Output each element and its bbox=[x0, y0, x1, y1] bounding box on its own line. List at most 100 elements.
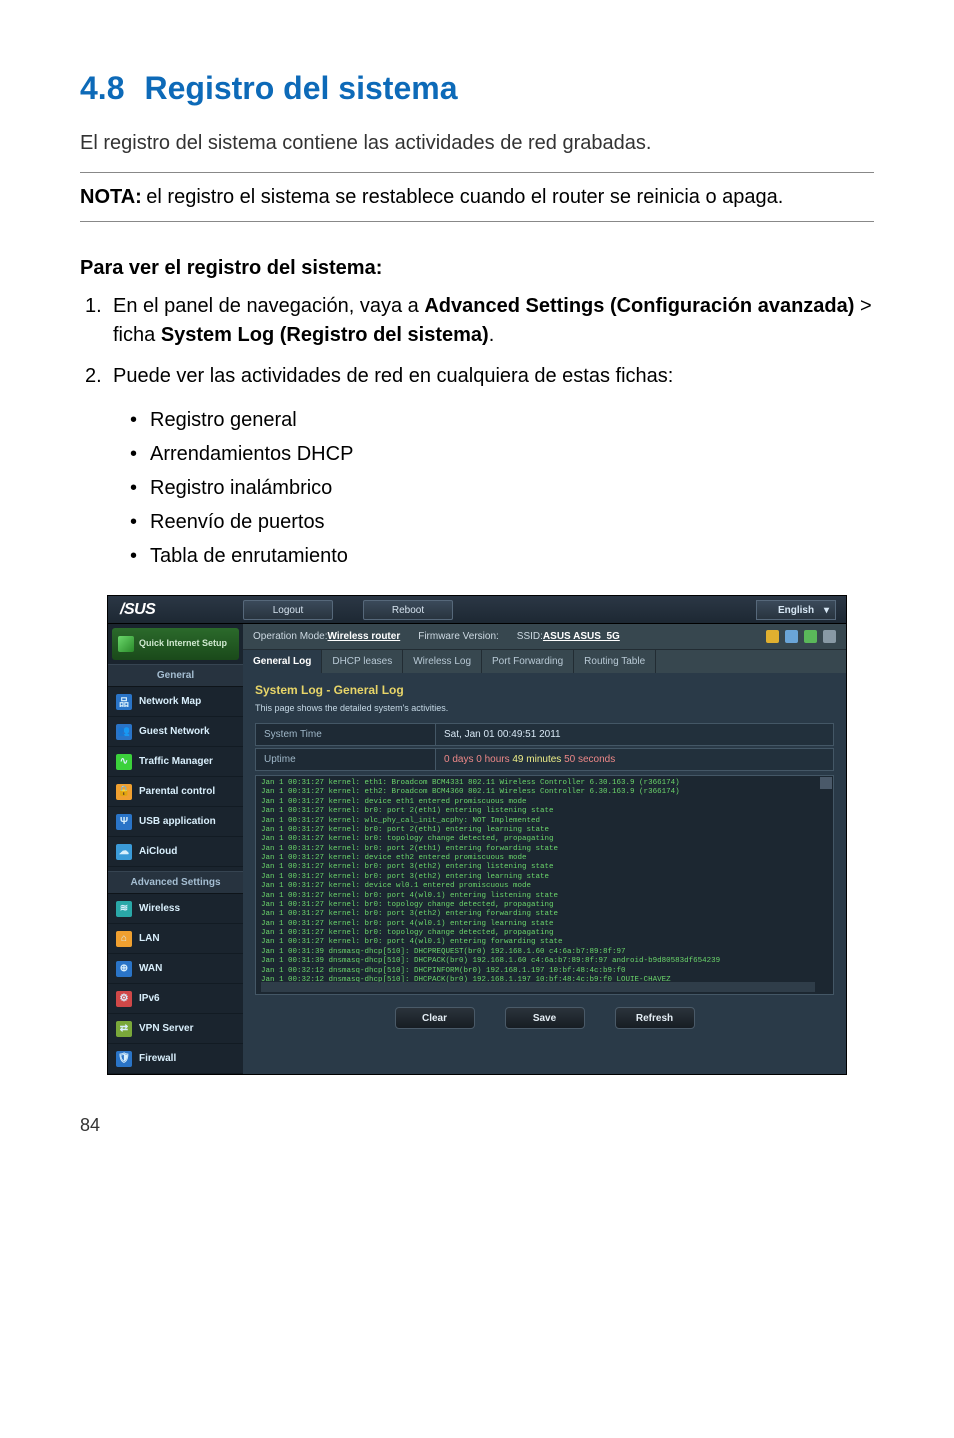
op-mode-label: Operation Mode: bbox=[253, 631, 328, 642]
log-line: Jan 1 00:31:27 kernel: br0: topology cha… bbox=[261, 835, 828, 844]
traffic-icon: ∿ bbox=[116, 754, 132, 770]
section-number: 4.8 bbox=[80, 70, 124, 106]
step-1-prefix: En el panel de navegación, vaya a bbox=[113, 295, 424, 317]
note-label: NOTA: bbox=[80, 186, 142, 208]
status-icon[interactable] bbox=[785, 630, 798, 643]
clear-button[interactable]: Clear bbox=[395, 1007, 475, 1029]
sidebar-item-aicloud[interactable]: ☁AiCloud bbox=[108, 837, 243, 867]
log-buttons: Clear Save Refresh bbox=[255, 995, 834, 1043]
uptime-sec: 50 seconds bbox=[564, 754, 615, 765]
log-tabs: General Log DHCP leases Wireless Log Por… bbox=[243, 649, 846, 673]
step-2: 2. Puede ver las actividades de red en c… bbox=[85, 362, 874, 391]
uptime-row: Uptime 0 days 0 hours 49 minutes 50 seco… bbox=[255, 748, 834, 771]
wan-icon: ⊕ bbox=[116, 961, 132, 977]
refresh-button[interactable]: Refresh bbox=[615, 1007, 695, 1029]
wand-icon bbox=[118, 636, 134, 652]
sidebar-item-traffic-manager[interactable]: ∿Traffic Manager bbox=[108, 747, 243, 777]
step-1-bold2: System Log (Registro del sistema) bbox=[161, 324, 489, 346]
log-line: Jan 1 00:31:27 kernel: eth1: Broadcom BC… bbox=[261, 779, 828, 788]
uptime-min: 49 minutes bbox=[512, 754, 564, 765]
ssid-value[interactable]: ASUS ASUS_5G bbox=[543, 631, 620, 642]
operation-bar: Operation Mode: Wireless router Firmware… bbox=[243, 624, 846, 649]
sidebar-label: Network Map bbox=[139, 696, 201, 707]
log-line: Jan 1 00:31:27 kernel: br0: port 2(eth1)… bbox=[261, 845, 828, 854]
log-line: Jan 1 00:31:27 kernel: device wl0.1 ente… bbox=[261, 882, 828, 891]
uptime-pre: 0 days 0 hours bbox=[444, 754, 512, 765]
bullet-item: Reenvío de puertos bbox=[150, 505, 874, 539]
panel-sub: This page shows the detailed system's ac… bbox=[255, 703, 834, 713]
fw-label: Firmware Version: bbox=[418, 631, 499, 642]
step-1-suffix: . bbox=[489, 324, 495, 346]
quick-internet-setup[interactable]: Quick Internet Setup bbox=[112, 628, 239, 660]
tab-port-forwarding[interactable]: Port Forwarding bbox=[482, 650, 574, 673]
save-button[interactable]: Save bbox=[505, 1007, 585, 1029]
tab-general-log[interactable]: General Log bbox=[243, 650, 322, 673]
reboot-button[interactable]: Reboot bbox=[363, 600, 453, 620]
log-textarea[interactable]: Jan 1 00:31:27 kernel: eth1: Broadcom BC… bbox=[255, 775, 834, 995]
sidebar-label: IPv6 bbox=[139, 993, 160, 1004]
sidebar-item-wan[interactable]: ⊕ WAN bbox=[108, 954, 243, 984]
log-line: Jan 1 00:31:27 kernel: eth2: Broadcom BC… bbox=[261, 788, 828, 797]
sidebar-label: Parental control bbox=[139, 786, 215, 797]
step-1-num: 1. bbox=[85, 292, 113, 350]
bullet-item: Registro inalámbrico bbox=[150, 471, 874, 505]
log-line: Jan 1 00:31:27 kernel: device eth2 enter… bbox=[261, 854, 828, 863]
scroll-up-icon[interactable] bbox=[820, 777, 832, 789]
log-line: Jan 1 00:31:27 kernel: br0: topology cha… bbox=[261, 929, 828, 938]
step-2-num: 2. bbox=[85, 362, 113, 391]
sidebar-item-usb-application[interactable]: ΨUSB application bbox=[108, 807, 243, 837]
status-icon[interactable] bbox=[766, 630, 779, 643]
network-map-icon: 品 bbox=[116, 694, 132, 710]
sidebar-label: Guest Network bbox=[139, 726, 210, 737]
subheading: Para ver el registro del sistema: bbox=[80, 257, 874, 280]
usb-icon: Ψ bbox=[116, 814, 132, 830]
sidebar-item-wireless[interactable]: ≋Wireless bbox=[108, 894, 243, 924]
logout-button[interactable]: Logout bbox=[243, 600, 333, 620]
step-1-bold1: Advanced Settings (Configuración avanzad… bbox=[424, 295, 854, 317]
sidebar-item-vpn-server[interactable]: ⇄VPN Server bbox=[108, 1014, 243, 1044]
language-select[interactable]: English bbox=[756, 600, 836, 620]
uptime-value: 0 days 0 hours 49 minutes 50 seconds bbox=[436, 749, 833, 770]
sidebar-item-firewall[interactable]: 🛡Firewall bbox=[108, 1044, 243, 1074]
log-line: Jan 1 00:31:27 kernel: br0: port 4(wl0.1… bbox=[261, 920, 828, 929]
step-2-text: Puede ver las actividades de red en cual… bbox=[113, 362, 874, 391]
sidebar-item-lan[interactable]: ⌂ LAN bbox=[108, 924, 243, 954]
horizontal-scrollbar[interactable] bbox=[261, 982, 815, 992]
tab-routing-table[interactable]: Routing Table bbox=[574, 650, 656, 673]
bullet-list: Registro general Arrendamientos DHCP Reg… bbox=[150, 403, 874, 573]
lan-icon: ⌂ bbox=[116, 931, 132, 947]
sidebar-label: LAN bbox=[139, 933, 160, 944]
sidebar-item-network-map[interactable]: 品 Network Map bbox=[108, 687, 243, 717]
system-time-key: System Time bbox=[256, 724, 436, 745]
sidebar-cat-general: General bbox=[108, 664, 243, 687]
note-box: NOTA: el registro el sistema se restable… bbox=[80, 172, 874, 222]
tab-dhcp-leases[interactable]: DHCP leases bbox=[322, 650, 403, 673]
status-icon[interactable] bbox=[823, 630, 836, 643]
sidebar-label: AiCloud bbox=[139, 846, 177, 857]
sidebar-item-guest-network[interactable]: 👥 Guest Network bbox=[108, 717, 243, 747]
log-line: Jan 1 00:32:12 dnsmasq-dhcp[510]: DHCPIN… bbox=[261, 967, 828, 976]
qis-label: Quick Internet Setup bbox=[139, 639, 227, 649]
log-line: Jan 1 00:31:27 kernel: br0: topology cha… bbox=[261, 901, 828, 910]
status-icon[interactable] bbox=[804, 630, 817, 643]
intro-text: El registro del sistema contiene las act… bbox=[80, 129, 874, 157]
log-line: Jan 1 00:31:27 kernel: br0: port 3(eth2)… bbox=[261, 863, 828, 872]
log-line: Jan 1 00:31:27 kernel: wlc_phy_cal_init_… bbox=[261, 817, 828, 826]
sidebar-label: WAN bbox=[139, 963, 162, 974]
tab-wireless-log[interactable]: Wireless Log bbox=[403, 650, 482, 673]
sidebar-item-ipv6[interactable]: ⚙ IPv6 bbox=[108, 984, 243, 1014]
op-mode-value[interactable]: Wireless router bbox=[328, 631, 401, 642]
ipv6-icon: ⚙ bbox=[116, 991, 132, 1007]
sidebar-cat-advanced: Advanced Settings bbox=[108, 871, 243, 894]
vpn-icon: ⇄ bbox=[116, 1021, 132, 1037]
system-time-row: System Time Sat, Jan 01 00:49:51 2011 bbox=[255, 723, 834, 746]
ssid-label: SSID: bbox=[517, 631, 543, 642]
panel-title: System Log - General Log bbox=[255, 683, 834, 697]
sidebar-item-parental-control[interactable]: 🔒 Parental control bbox=[108, 777, 243, 807]
steps-list: 1. En el panel de navegación, vaya a Adv… bbox=[85, 292, 874, 391]
asus-logo: /SUS bbox=[108, 601, 243, 619]
bullet-item: Tabla de enrutamiento bbox=[150, 539, 874, 573]
parental-icon: 🔒 bbox=[116, 784, 132, 800]
log-line: Jan 1 00:31:27 kernel: device eth1 enter… bbox=[261, 798, 828, 807]
guest-network-icon: 👥 bbox=[116, 724, 132, 740]
